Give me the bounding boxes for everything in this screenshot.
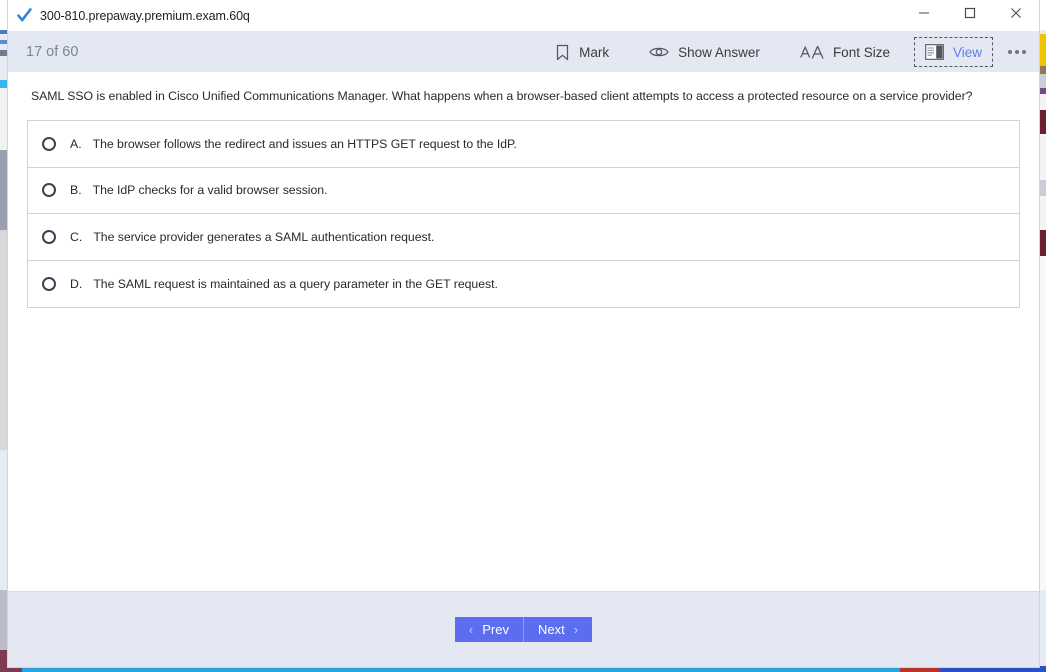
eye-icon [649,45,669,59]
close-icon [1010,6,1022,24]
navigation-footer: ‹ Prev Next › [8,591,1039,667]
question-text: SAML SSO is enabled in Cisco Unified Com… [31,89,973,103]
question-content-area: SAML SSO is enabled in Cisco Unified Com… [8,72,1039,591]
prev-button[interactable]: ‹ Prev [454,617,524,642]
navigation-button-group: ‹ Prev Next › [454,617,593,642]
option-row-a[interactable]: A. The browser follows the redirect and … [28,121,1019,168]
ellipsis-icon [1007,50,1028,54]
blue-checkmark-icon [15,7,33,25]
font-size-label: Font Size [832,44,890,60]
option-row-b[interactable]: B. The IdP checks for a valid browser se… [28,167,1019,214]
more-options-button[interactable] [997,32,1037,72]
radio-button-c[interactable] [42,229,56,244]
background-window-sliver-bottom [0,668,1046,672]
question-counter: 17 of 60 [26,44,79,60]
answer-options-list: A. The browser follows the redirect and … [27,120,1020,308]
option-letter-c: C. [70,229,83,244]
show-answer-button[interactable]: Show Answer [635,37,774,67]
chevron-right-icon: › [573,622,579,637]
mark-button[interactable]: Mark [541,37,623,67]
toolbar-actions: Mark Show Answer Font Size View [535,32,1039,72]
option-text-a: The browser follows the redirect and iss… [92,136,517,151]
background-window-sliver-left [0,30,7,672]
exam-toolbar: 17 of 60 Mark Show Answer Font Size View [8,32,1039,72]
mark-label: Mark [579,44,610,60]
next-button[interactable]: Next › [524,617,593,642]
next-label: Next [538,622,565,637]
maximize-button[interactable] [947,0,993,31]
window-controls [901,0,1039,32]
show-answer-label: Show Answer [678,44,760,60]
radio-button-a[interactable] [42,136,56,151]
chevron-left-icon: ‹ [468,622,474,637]
radio-button-b[interactable] [42,183,56,198]
exam-app-window: 300-810.prepaway.premium.exam.60q 17 of … [7,0,1040,668]
option-row-d[interactable]: D. The SAML request is maintained as a q… [28,260,1019,307]
option-row-c[interactable]: C. The service provider generates a SAML… [28,214,1019,261]
close-button[interactable] [993,0,1039,31]
option-text-c: The service provider generates a SAML au… [93,229,435,244]
maximize-icon [964,6,976,24]
font-size-icon [800,44,824,61]
option-letter-b: B. [70,183,82,198]
minimize-icon [918,6,930,24]
bookmark-icon [555,44,570,61]
minimize-button[interactable] [901,0,947,31]
title-bar: 300-810.prepaway.premium.exam.60q [8,0,1039,32]
window-title: 300-810.prepaway.premium.exam.60q [40,8,250,23]
option-letter-a: A. [70,136,82,151]
prev-label: Prev [482,622,509,637]
view-panel-icon [925,44,944,60]
radio-button-d[interactable] [42,276,56,291]
view-label: View [952,44,982,60]
view-button[interactable]: View [913,37,993,67]
option-text-d: The SAML request is maintained as a quer… [93,276,498,291]
font-size-button[interactable]: Font Size [786,37,904,67]
option-letter-d: D. [70,276,83,291]
option-text-b: The IdP checks for a valid browser sessi… [92,183,328,198]
background-window-sliver-right [1040,30,1046,672]
